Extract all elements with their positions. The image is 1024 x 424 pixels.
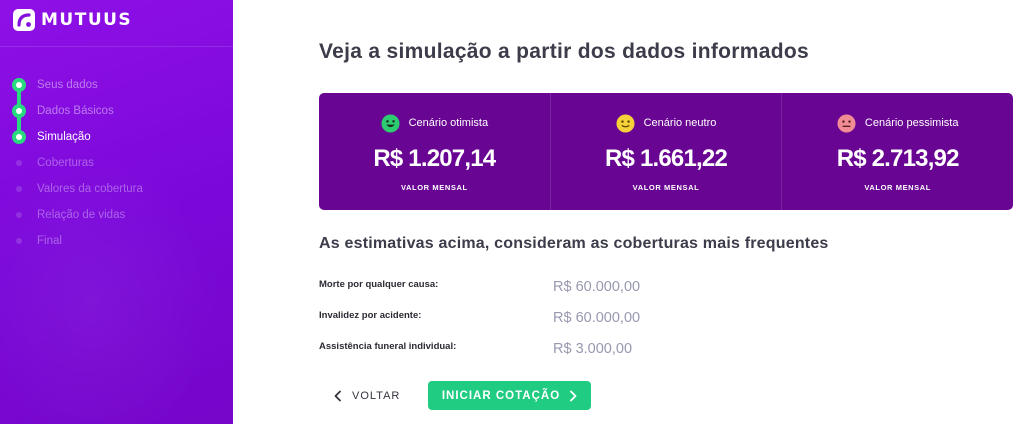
- coverage-value: R$ 60.000,00: [553, 310, 641, 326]
- coverage-row: Assistência funeral individual: R$ 3.000…: [319, 338, 719, 369]
- step-label: Seus dados: [37, 79, 98, 91]
- scenario-caption: VALOR MENSAL: [632, 183, 700, 192]
- smiling-face-icon: [381, 113, 400, 133]
- scenario-value: R$ 2.713,92: [836, 145, 960, 172]
- step-pending-icon: [16, 160, 22, 166]
- step-label: Final: [37, 235, 62, 247]
- step-dados-basicos[interactable]: Dados Básicos: [12, 98, 227, 133]
- step-pending-icon: [16, 186, 22, 192]
- step-seus-dados[interactable]: Seus dados: [12, 72, 227, 107]
- step-valores-da-cobertura: Valores da cobertura: [12, 176, 227, 202]
- chevron-right-icon: [570, 390, 577, 401]
- scenario-header: Cenário otimista: [319, 113, 550, 133]
- neutral-face-icon: [616, 113, 635, 133]
- start-quote-button-label: INICIAR COTAÇÃO: [441, 389, 561, 402]
- step-final: Final: [12, 228, 227, 254]
- step-label: Simulação: [37, 131, 91, 143]
- scenario-value: R$ 1.207,14: [373, 145, 496, 172]
- scenario-name: Cenário neutro: [643, 117, 717, 129]
- scenario-name: Cenário pessimista: [864, 117, 959, 129]
- coverage-name: Assistência funeral individual:: [319, 341, 457, 352]
- back-button[interactable]: VOLTAR: [333, 384, 400, 408]
- step-completed-icon: [12, 78, 26, 92]
- main-content: Veja a simulação a partir dos dados info…: [233, 0, 1024, 424]
- sidebar: MUTUUS Seus dados Dados Básicos Simulaçã…: [0, 0, 233, 424]
- coverages-subtitle: As estimativas acima, consideram as cobe…: [319, 235, 829, 252]
- sidebar-divider: [0, 46, 233, 47]
- chevron-left-icon: [334, 390, 341, 402]
- step-label: Dados Básicos: [37, 105, 114, 117]
- coverage-row: Invalidez por acidente: R$ 60.000,00: [319, 307, 719, 338]
- step-pending-icon: [16, 212, 22, 218]
- brand-logo[interactable]: MUTUUS: [13, 9, 132, 31]
- start-quote-button[interactable]: INICIAR COTAÇÃO: [428, 381, 591, 410]
- step-completed-icon: [12, 104, 26, 118]
- step-simulacao[interactable]: Simulação: [12, 124, 227, 150]
- coverage-value: R$ 60.000,00: [553, 279, 641, 295]
- coverage-name: Morte por qualquer causa:: [319, 279, 439, 290]
- step-coberturas: Coberturas: [12, 150, 227, 176]
- step-relacao-de-vidas: Relação de vidas: [12, 202, 227, 228]
- mutuus-logo-icon: [13, 9, 35, 31]
- step-label: Valores da cobertura: [37, 183, 143, 195]
- scenario-header: Cenário pessimista: [782, 113, 1013, 133]
- scenario-name: Cenário otimista: [408, 117, 489, 129]
- progress-steps: Seus dados Dados Básicos Simulação Cober…: [12, 72, 227, 254]
- coverage-value: R$ 3.000,00: [553, 341, 633, 357]
- scenario-caption: VALOR MENSAL: [864, 183, 931, 192]
- coverage-list: Morte por qualquer causa: R$ 60.000,00 I…: [319, 276, 719, 369]
- brand-name: MUTUUS: [41, 10, 133, 30]
- step-pending-icon: [16, 238, 22, 244]
- scenario-neutral: Cenário neutro R$ 1.661,22 VALOR MENSAL: [549, 93, 782, 210]
- scenario-header: Cenário neutro: [551, 113, 782, 133]
- step-current-icon: [12, 130, 26, 144]
- sad-face-icon: [837, 113, 856, 133]
- scenario-optimistic: Cenário otimista R$ 1.207,14 VALOR MENSA…: [319, 93, 550, 210]
- scenario-value: R$ 1.661,22: [605, 145, 728, 172]
- step-label: Relação de vidas: [37, 209, 126, 221]
- step-label: Coberturas: [37, 157, 94, 169]
- scenario-caption: VALOR MENSAL: [401, 183, 468, 192]
- page-title: Veja a simulação a partir dos dados info…: [319, 40, 809, 63]
- coverage-row: Morte por qualquer causa: R$ 60.000,00: [319, 276, 719, 307]
- scenario-pessimistic: Cenário pessimista R$ 2.713,92 VALOR MEN…: [781, 93, 1013, 210]
- back-button-label: VOLTAR: [352, 390, 401, 402]
- coverage-name: Invalidez por acidente:: [319, 310, 422, 321]
- scenario-panel: Cenário otimista R$ 1.207,14 VALOR MENSA…: [319, 93, 1013, 210]
